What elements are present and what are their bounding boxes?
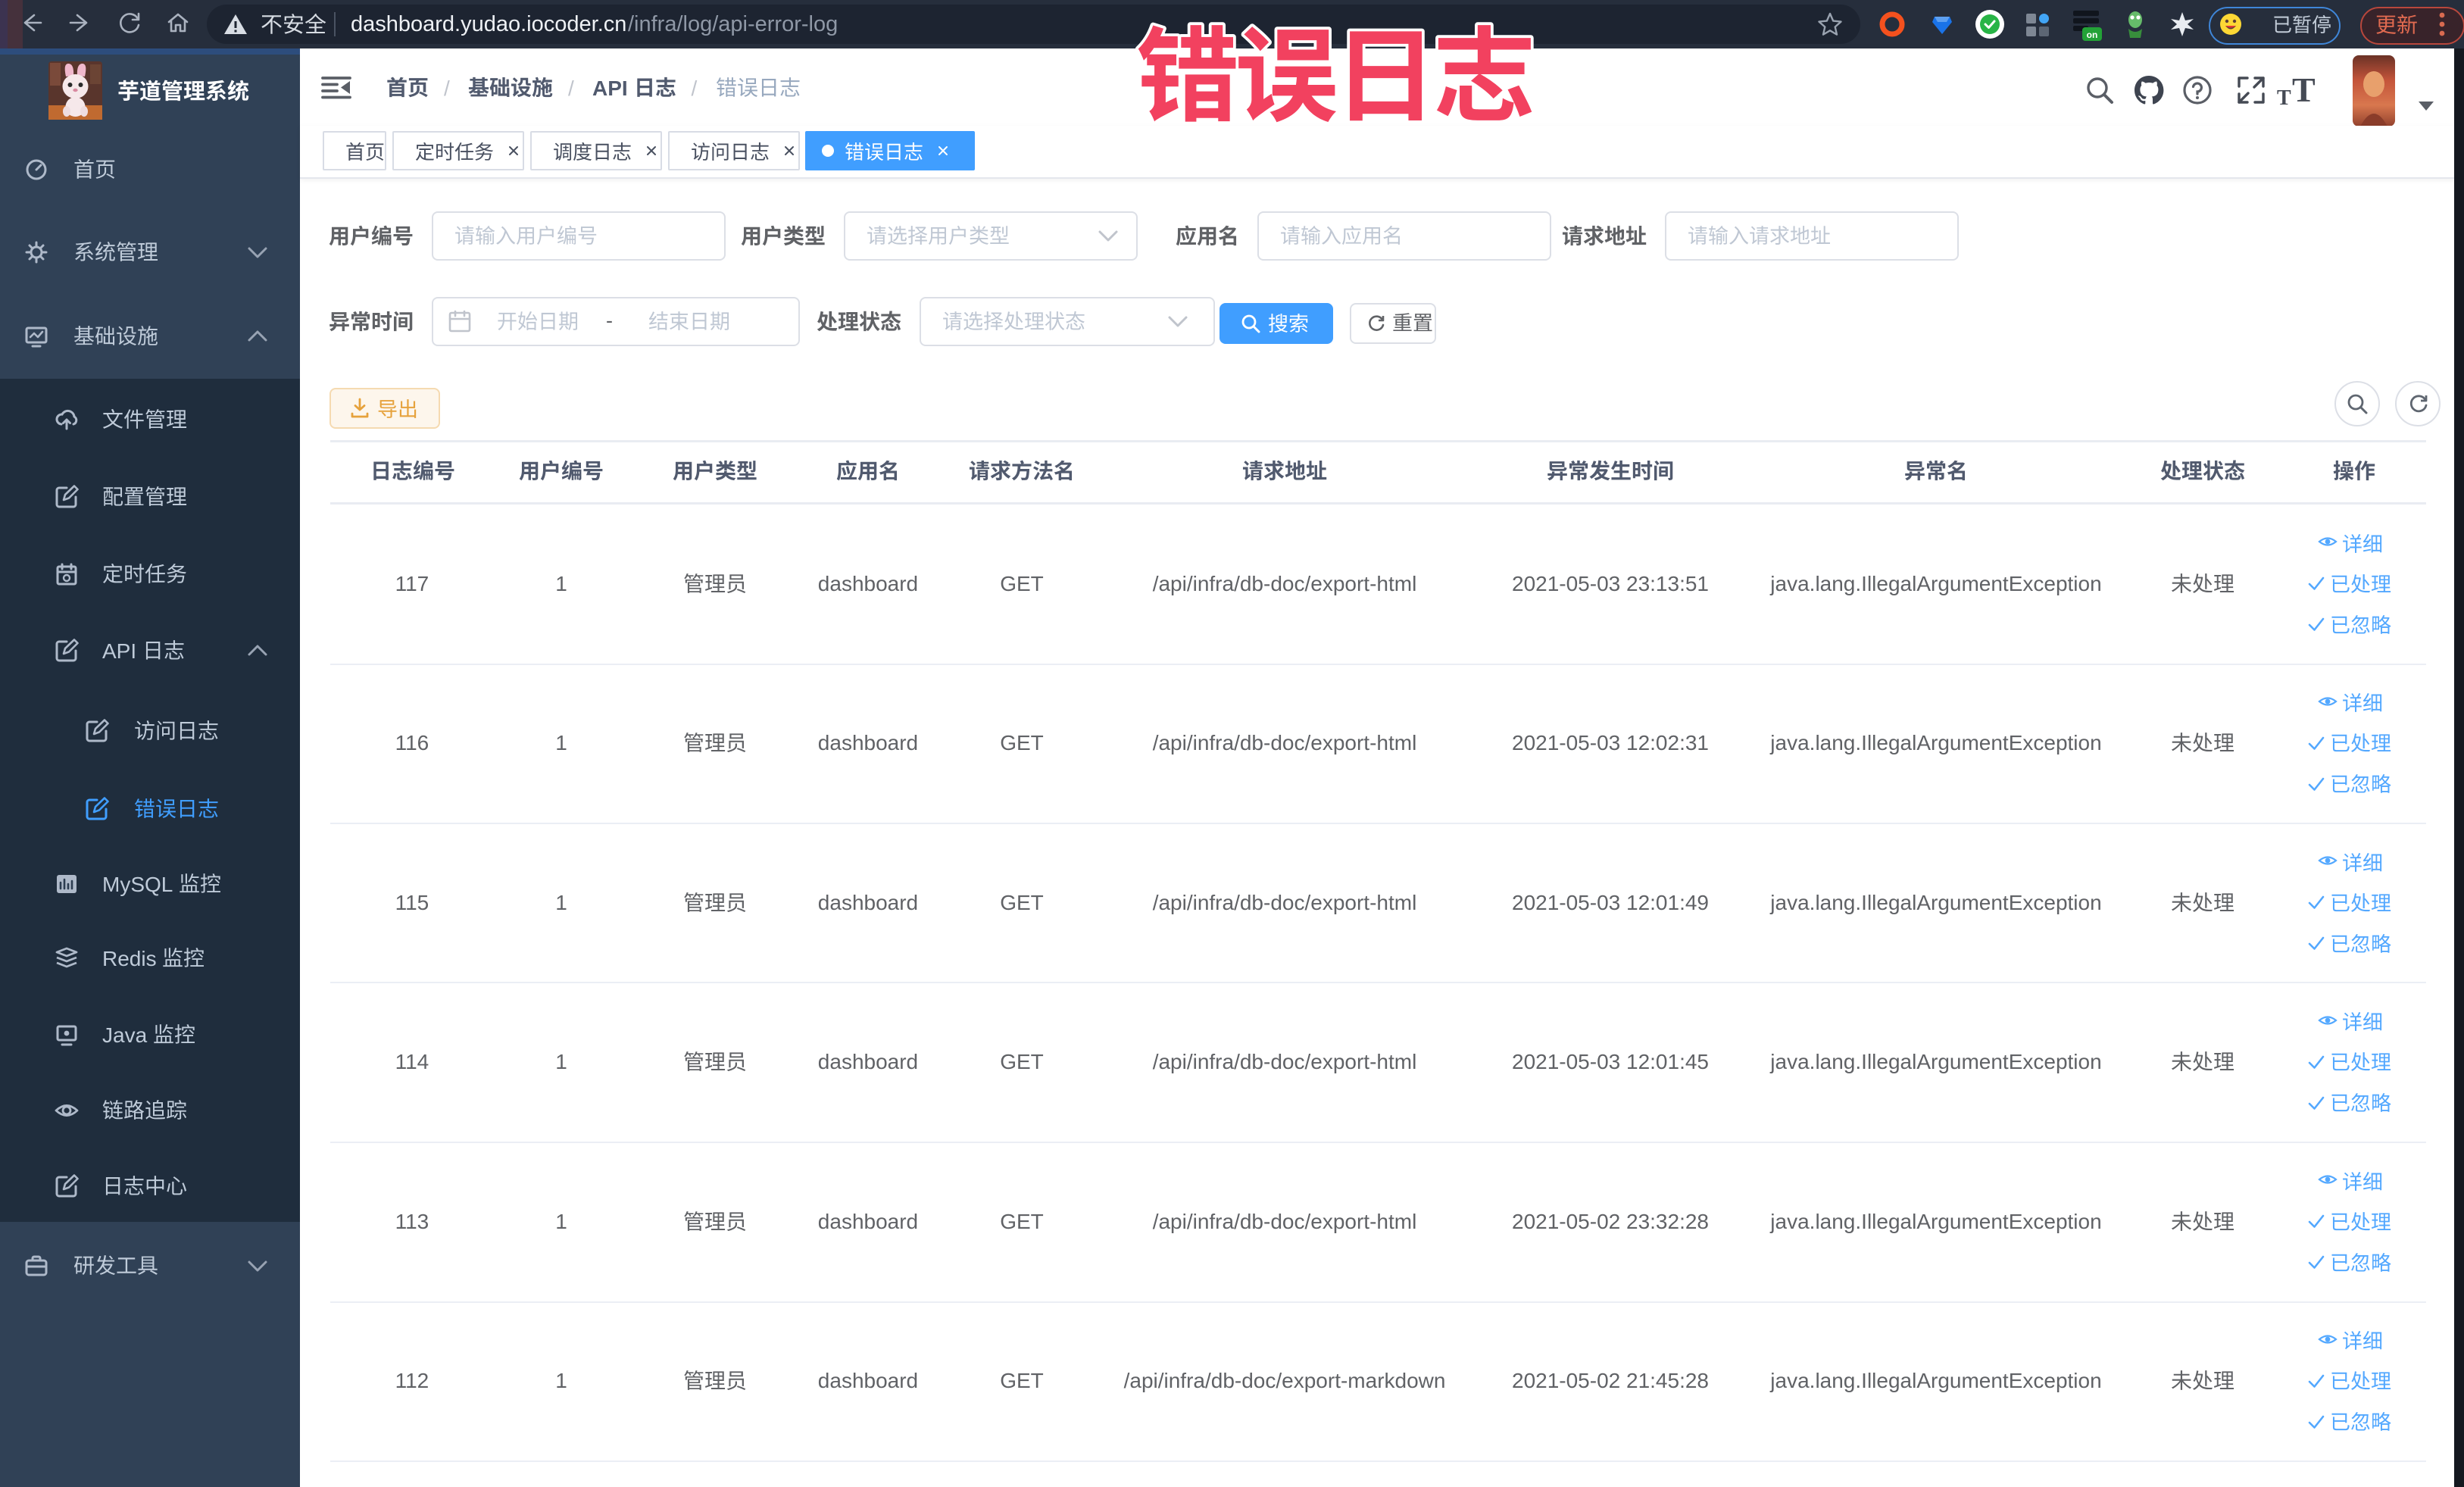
svg-text:on: on [2087,30,2098,40]
